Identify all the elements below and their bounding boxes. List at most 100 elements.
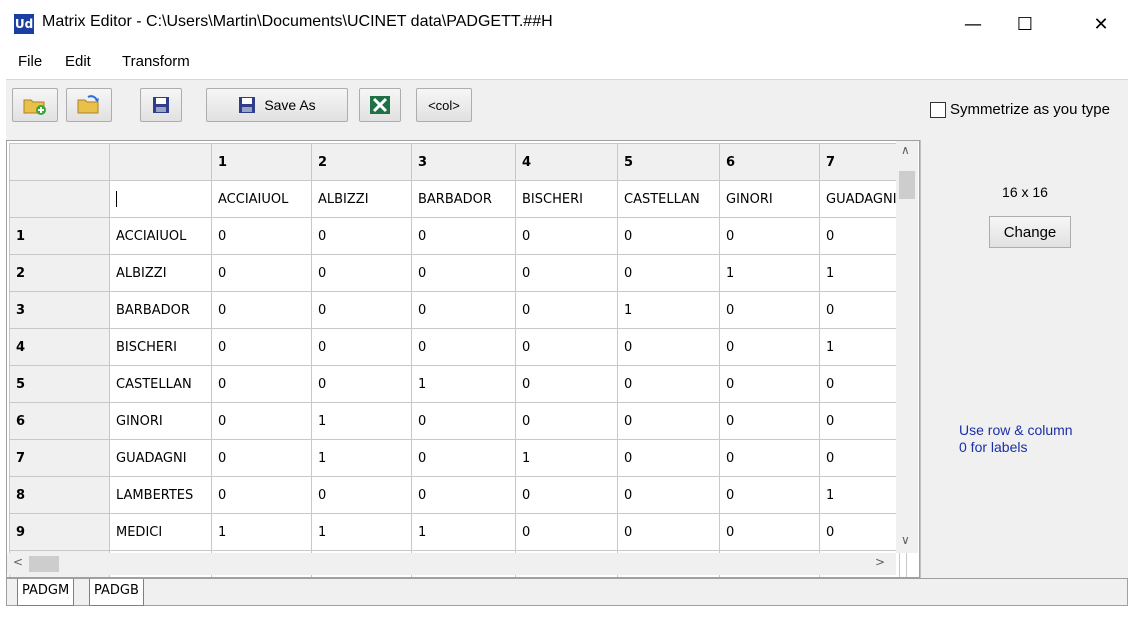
matrix-cell[interactable]: 0 xyxy=(211,439,312,477)
matrix-cell[interactable]: 0 xyxy=(211,217,312,255)
row-label-cell[interactable]: ALBIZZI xyxy=(109,254,212,292)
matrix-cell[interactable]: 0 xyxy=(211,476,312,514)
row-label-cell[interactable]: GUADAGNI xyxy=(109,439,212,477)
matrix-cell[interactable]: 0 xyxy=(311,217,412,255)
matrix-cell[interactable]: 0 xyxy=(411,291,516,329)
matrix-cell[interactable]: 1 xyxy=(719,254,820,292)
open-file-button[interactable] xyxy=(66,88,112,122)
menu-transform[interactable]: Transform xyxy=(122,53,190,70)
matrix-grid[interactable]: 1 2 3 4 5 6 7 ACCIAIUOL ALBIZZI BARBADOR BISCHERI C… xyxy=(6,140,920,578)
scroll-up-arrow-icon[interactable]: ∧ xyxy=(901,143,910,157)
matrix-cell[interactable]: 0 xyxy=(515,328,618,366)
matrix-cell[interactable]: 1 xyxy=(211,513,312,551)
active-edit-cell[interactable] xyxy=(109,180,212,218)
row-label-cell[interactable]: BARBADOR xyxy=(109,291,212,329)
row-label-cell[interactable]: LAMBERTES xyxy=(109,476,212,514)
matrix-cell[interactable]: 0 xyxy=(311,254,412,292)
scroll-down-arrow-icon[interactable]: ∨ xyxy=(901,533,910,547)
matrix-cell[interactable]: 0 xyxy=(719,291,820,329)
save-as-button[interactable]: Save As xyxy=(206,88,348,122)
column-label-cell[interactable]: ALBIZZI xyxy=(311,180,412,218)
matrix-cell[interactable]: 0 xyxy=(515,291,618,329)
matrix-cell[interactable]: 0 xyxy=(515,217,618,255)
matrix-cell[interactable]: 0 xyxy=(819,365,900,403)
matrix-cell[interactable]: 0 xyxy=(617,513,720,551)
matrix-cell[interactable]: 0 xyxy=(515,513,618,551)
new-file-button[interactable] xyxy=(12,88,58,122)
matrix-cell[interactable]: 0 xyxy=(719,513,820,551)
symmetrize-toggle[interactable]: Symmetrize as you type xyxy=(929,101,1110,118)
matrix-cell[interactable]: 0 xyxy=(211,402,312,440)
col-button[interactable]: <col> xyxy=(416,88,472,122)
matrix-cell[interactable]: 0 xyxy=(617,254,720,292)
matrix-cell[interactable]: 0 xyxy=(411,476,516,514)
matrix-cell[interactable]: 1 xyxy=(617,291,720,329)
excel-button[interactable] xyxy=(359,88,401,122)
matrix-cell[interactable]: 1 xyxy=(411,365,516,403)
matrix-cell[interactable]: 0 xyxy=(719,439,820,477)
matrix-cell[interactable]: 0 xyxy=(211,328,312,366)
matrix-cell[interactable]: 0 xyxy=(515,254,618,292)
matrix-cell[interactable]: 0 xyxy=(819,513,900,551)
matrix-cell[interactable]: 1 xyxy=(311,513,412,551)
matrix-cell[interactable]: 0 xyxy=(617,328,720,366)
column-label-cell[interactable]: GUADAGNI xyxy=(819,180,900,218)
matrix-cell[interactable]: 0 xyxy=(515,365,618,403)
matrix-cell[interactable]: 1 xyxy=(311,439,412,477)
horizontal-scroll-thumb[interactable] xyxy=(29,556,59,572)
matrix-cell[interactable]: 0 xyxy=(515,402,618,440)
row-label-cell[interactable]: BISCHERI xyxy=(109,328,212,366)
matrix-cell[interactable]: 0 xyxy=(311,291,412,329)
matrix-cell[interactable]: 0 xyxy=(719,217,820,255)
column-label-cell[interactable]: GINORI xyxy=(719,180,820,218)
grid-cell[interactable] xyxy=(899,550,907,577)
close-button[interactable]: ✕ xyxy=(1078,0,1124,48)
matrix-cell[interactable]: 0 xyxy=(819,291,900,329)
row-label-cell[interactable]: GINORI xyxy=(109,402,212,440)
matrix-cell[interactable]: 0 xyxy=(311,476,412,514)
matrix-cell[interactable]: 0 xyxy=(719,365,820,403)
vertical-scrollbar[interactable]: ∧ ∨ xyxy=(896,141,918,553)
matrix-cell[interactable]: 1 xyxy=(411,513,516,551)
change-size-button[interactable]: Change xyxy=(989,216,1071,248)
matrix-cell[interactable]: 0 xyxy=(411,217,516,255)
scroll-right-arrow-icon[interactable]: > xyxy=(875,555,885,569)
row-label-cell[interactable]: ACCIAIUOL xyxy=(109,217,212,255)
matrix-cell[interactable]: 0 xyxy=(211,291,312,329)
matrix-cell[interactable]: 0 xyxy=(617,365,720,403)
row-label-cell[interactable]: MEDICI xyxy=(109,513,212,551)
matrix-cell[interactable]: 0 xyxy=(311,365,412,403)
matrix-cell[interactable]: 0 xyxy=(617,476,720,514)
matrix-cell[interactable]: 0 xyxy=(819,402,900,440)
maximize-button[interactable]: ☐ xyxy=(1002,0,1048,48)
tab-padgb[interactable]: PADGB xyxy=(89,579,144,606)
matrix-cell[interactable]: 0 xyxy=(411,402,516,440)
tab-padgm[interactable]: PADGM xyxy=(17,579,75,606)
matrix-cell[interactable]: 0 xyxy=(617,439,720,477)
minimize-button[interactable]: — xyxy=(950,0,996,48)
matrix-cell[interactable]: 0 xyxy=(819,439,900,477)
matrix-cell[interactable]: 0 xyxy=(211,365,312,403)
column-label-cell[interactable]: CASTELLAN xyxy=(617,180,720,218)
matrix-cell[interactable]: 0 xyxy=(411,439,516,477)
matrix-cell[interactable]: 0 xyxy=(719,476,820,514)
matrix-cell[interactable]: 1 xyxy=(515,439,618,477)
matrix-cell[interactable]: 0 xyxy=(819,217,900,255)
matrix-cell[interactable]: 0 xyxy=(515,476,618,514)
vertical-scroll-thumb[interactable] xyxy=(899,171,915,199)
matrix-cell[interactable]: 0 xyxy=(719,328,820,366)
matrix-cell[interactable]: 0 xyxy=(719,402,820,440)
save-button[interactable] xyxy=(140,88,182,122)
matrix-cell[interactable]: 0 xyxy=(617,402,720,440)
matrix-cell[interactable]: 0 xyxy=(617,217,720,255)
horizontal-scrollbar[interactable]: < > xyxy=(7,553,896,575)
row-label-cell[interactable]: CASTELLAN xyxy=(109,365,212,403)
matrix-cell[interactable]: 1 xyxy=(819,476,900,514)
matrix-cell[interactable]: 0 xyxy=(411,328,516,366)
matrix-cell[interactable]: 1 xyxy=(311,402,412,440)
column-label-cell[interactable]: BISCHERI xyxy=(515,180,618,218)
symmetrize-checkbox[interactable] xyxy=(929,101,946,118)
matrix-cell[interactable]: 1 xyxy=(819,254,900,292)
matrix-cell[interactable]: 0 xyxy=(211,254,312,292)
matrix-cell[interactable]: 0 xyxy=(311,328,412,366)
